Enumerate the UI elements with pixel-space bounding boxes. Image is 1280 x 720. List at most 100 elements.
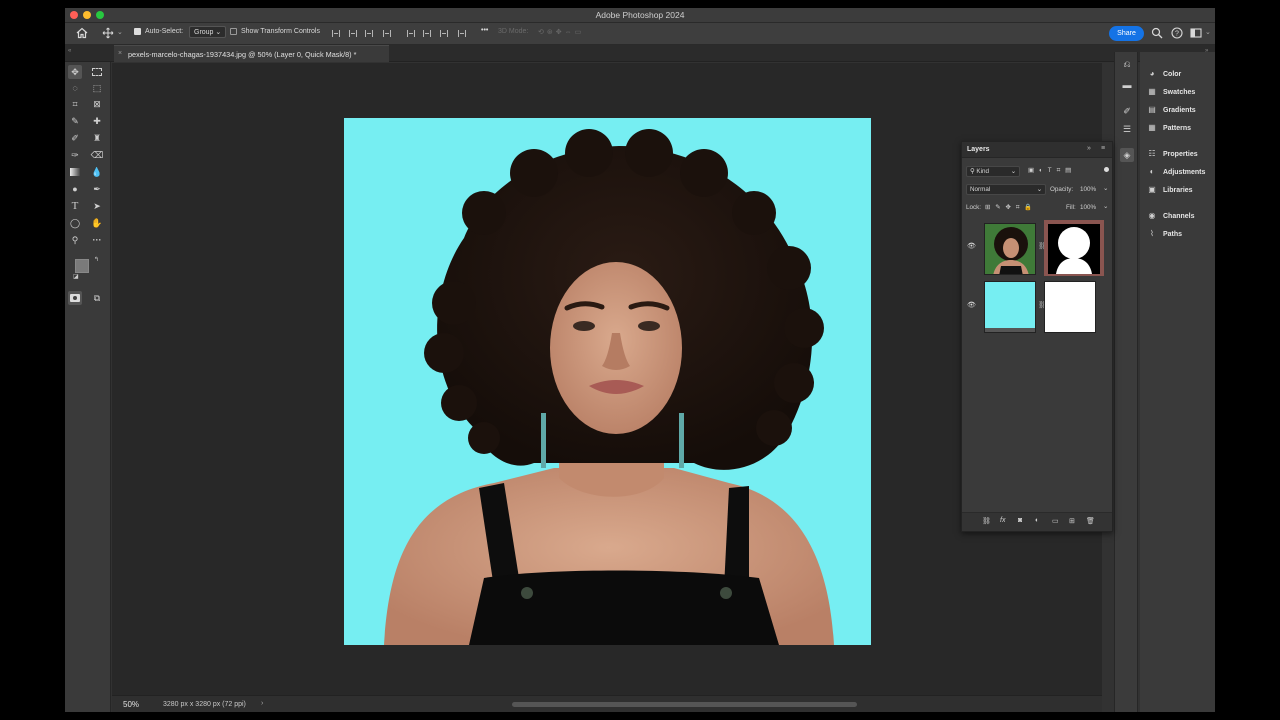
healing-brush-tool-button[interactable]: ✚ [90, 114, 104, 128]
brush-tool-button[interactable]: ✐ [68, 131, 82, 145]
filter-toggle-icon[interactable] [1104, 167, 1109, 172]
filter-type-icons[interactable]: ▣◐T⌗▤ [1028, 167, 1076, 175]
ellipse-tool-button[interactable]: ◯ [68, 216, 82, 230]
layer-thumbnail[interactable] [984, 281, 1036, 333]
channels-panel-tab[interactable]: ◉ Channels [1146, 210, 1214, 224]
document-canvas[interactable] [344, 118, 871, 645]
default-colors-icon[interactable]: ◪ [73, 273, 79, 280]
adjustment-layer-icon[interactable]: ◐ [1035, 517, 1039, 524]
fill-chevron-icon[interactable]: ⌄ [1103, 203, 1108, 210]
search-icon[interactable] [1151, 27, 1163, 39]
filter-kind-dropdown[interactable]: ⚲ Kind ⌄ [966, 166, 1020, 177]
path-selection-tool-button[interactable]: ➤ [90, 199, 104, 213]
collapse-toolbar-icon[interactable]: « [68, 48, 71, 54]
type-tool-button[interactable]: T [68, 199, 82, 213]
frame-tool-button[interactable]: ⊠ [90, 97, 104, 111]
visibility-eye-icon[interactable]: 👁 [967, 301, 976, 309]
zoom-level[interactable]: 50% [123, 700, 139, 709]
marquee-tool-button[interactable] [90, 65, 104, 79]
history-brush-tool-button[interactable]: ✑ [68, 148, 82, 162]
align-right-icon[interactable] [365, 30, 373, 37]
align-top-icon[interactable] [383, 30, 391, 37]
fill-value[interactable]: 100% [1080, 204, 1096, 211]
auto-select-checkbox[interactable] [134, 28, 141, 35]
layer-thumbnail[interactable] [984, 223, 1036, 275]
comments-panel-icon[interactable]: ▬ [1120, 78, 1134, 92]
swap-colors-icon[interactable]: ↰ [94, 256, 99, 263]
dodge-tool-button[interactable]: ● [68, 182, 82, 196]
move-tool-icon[interactable] [102, 27, 114, 39]
distribute-vertical-icon[interactable] [458, 30, 466, 37]
quick-mask-button[interactable] [68, 291, 82, 305]
edit-toolbar-button[interactable]: ··· [90, 233, 104, 247]
gradients-panel-tab[interactable]: ▤ Gradients [1146, 104, 1214, 118]
collapse-panel-icon[interactable]: » [1087, 145, 1091, 152]
align-left-icon[interactable] [332, 30, 340, 37]
layer-row[interactable]: 👁 ⛓ [962, 218, 1112, 276]
share-button[interactable]: Share [1109, 26, 1144, 41]
distribute-icon[interactable] [440, 30, 448, 37]
link-layers-icon[interactable]: ⛓ [982, 517, 991, 525]
lock-icons[interactable]: ⊞✎✥⌗🔒 [985, 203, 1037, 212]
gradient-tool-button[interactable] [68, 165, 82, 179]
close-tab-icon[interactable]: × [118, 50, 122, 57]
properties-panel-tab[interactable]: ☷ Properties [1146, 148, 1214, 162]
layer-mask-thumbnail[interactable] [1044, 281, 1096, 333]
opacity-value[interactable]: 100% [1080, 186, 1096, 193]
help-icon[interactable]: ? [1171, 27, 1183, 39]
screen-mode-button[interactable]: ⧉ [90, 291, 104, 305]
swatches-panel-tab[interactable]: ▦ Swatches [1146, 86, 1214, 100]
document-tab[interactable]: × pexels-marcelo-chagas-1937434.jpg @ 50… [114, 45, 389, 62]
align-bottom-icon[interactable] [423, 30, 431, 37]
color-panel-tab[interactable]: ◕ Color [1146, 68, 1214, 82]
eraser-tool-button[interactable]: ⌫ [90, 148, 104, 162]
add-mask-icon[interactable]: ◙ [1018, 517, 1022, 524]
crop-tool-button[interactable]: ⌗ [68, 97, 82, 111]
new-layer-icon[interactable]: ⊞ [1069, 517, 1075, 525]
opacity-chevron-icon[interactable]: ⌄ [1103, 185, 1108, 192]
blend-mode-value: Normal [970, 186, 991, 193]
lasso-tool-button[interactable]: ◌ [68, 81, 82, 95]
fx-icon[interactable]: fx [1000, 517, 1005, 524]
workspace-icon[interactable] [1190, 27, 1202, 39]
workspace-chevron-icon[interactable]: ⌄ [1205, 28, 1211, 36]
svg-text:?: ? [1175, 31, 1179, 38]
visibility-eye-icon[interactable]: 👁 [967, 242, 976, 250]
transform-controls-checkbox[interactable] [230, 28, 237, 35]
new-group-icon[interactable]: ▭ [1052, 517, 1059, 525]
libraries-panel-label: Libraries [1163, 187, 1193, 194]
blend-mode-dropdown[interactable]: Normal ⌄ [966, 184, 1046, 195]
eyedropper-tool-button[interactable]: ✎ [68, 114, 82, 128]
adjustment-sliders-icon[interactable]: ☰ [1120, 122, 1134, 136]
blur-tool-button[interactable]: 💧 [90, 165, 104, 179]
auto-select-target-dropdown[interactable]: Group ⌄ [189, 26, 227, 38]
brush-settings-icon[interactable]: ✐ [1120, 104, 1134, 118]
zoom-tool-button[interactable]: ⚲ [68, 233, 82, 247]
status-info-arrow[interactable]: › [261, 700, 263, 707]
paths-panel-tab[interactable]: ⌇ Paths [1146, 228, 1214, 242]
tool-preset-chevron-icon[interactable]: ⌄ [117, 28, 123, 36]
canvas-area[interactable] [112, 63, 1102, 695]
patterns-panel-tab[interactable]: ▦ Patterns [1146, 122, 1214, 136]
object-selection-tool-button[interactable]: ⬚ [90, 81, 104, 95]
pen-tool-button[interactable]: ✒ [90, 182, 104, 196]
layer-mask-silhouette [1048, 224, 1100, 274]
libraries-panel-tab[interactable]: ▣ Libraries [1146, 184, 1214, 198]
layer-mask-thumbnail[interactable] [1044, 220, 1104, 276]
home-icon[interactable] [76, 27, 88, 39]
hand-tool-button[interactable]: ✋ [90, 216, 104, 230]
delete-layer-icon[interactable]: 🗑 [1086, 517, 1095, 525]
align-horizontal-center-icon[interactable] [349, 30, 357, 37]
more-options-button[interactable]: ••• [481, 27, 488, 34]
foreground-color-swatch[interactable] [75, 259, 89, 273]
move-tool-button[interactable]: ✥ [68, 65, 82, 79]
layer-row[interactable]: 👁 ⛓ [962, 278, 1112, 334]
panel-menu-icon[interactable]: ≡ [1101, 145, 1105, 152]
history-panel-icon[interactable]: ⎌ [1120, 57, 1134, 71]
layers-panel-icon[interactable]: ◈ [1120, 148, 1134, 162]
horizontal-scrollbar[interactable] [512, 702, 857, 707]
patterns-icon: ▦ [1148, 123, 1156, 132]
align-vertical-center-icon[interactable] [407, 30, 415, 37]
adjustments-panel-tab[interactable]: ◐ Adjustments [1146, 166, 1214, 180]
clone-stamp-tool-button[interactable]: ♜ [90, 131, 104, 145]
